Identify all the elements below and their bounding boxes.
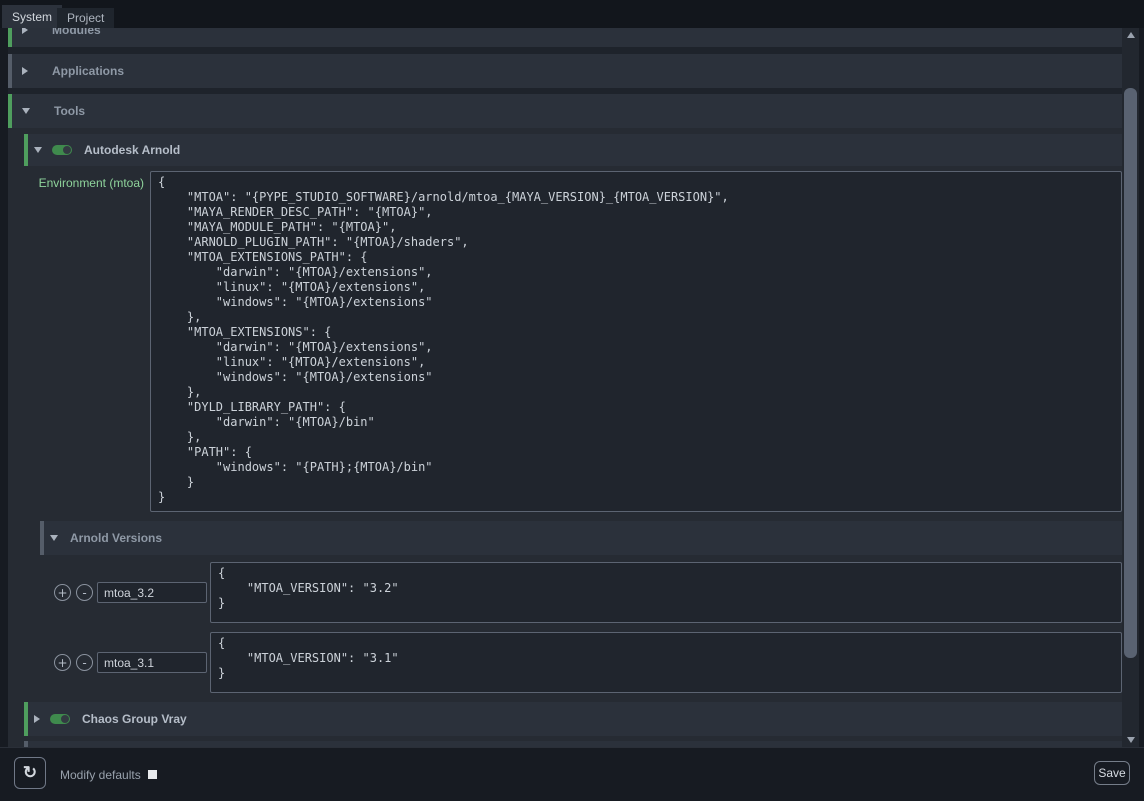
arnold-toggle-knob xyxy=(63,146,71,154)
arnold-versions-expand-arrow-icon xyxy=(50,535,58,541)
scrollbar-thumb[interactable] xyxy=(1124,88,1137,658)
vray-enabled-toggle[interactable] xyxy=(50,714,70,724)
vray-collapse-arrow-icon xyxy=(34,715,40,723)
modules-collapse-arrow-icon xyxy=(22,28,28,34)
environment-mtoa-label: Environment (mtoa) xyxy=(8,176,144,190)
modules-title: Modules xyxy=(52,28,101,37)
section-vray-header[interactable]: Chaos Group Vray xyxy=(24,702,1122,736)
section-tools-header[interactable]: Tools xyxy=(8,94,1122,128)
section-modules-header[interactable]: Modules xyxy=(8,28,1122,47)
tools-accent-border xyxy=(8,94,12,128)
remove-version-button[interactable]: - xyxy=(76,654,93,671)
modify-defaults-label: Modify defaults xyxy=(60,748,141,801)
scrollbar-up-button[interactable] xyxy=(1122,28,1139,42)
tab-project-label: Project xyxy=(67,11,104,25)
arnold-versions-accent-border xyxy=(40,521,44,555)
applications-title: Applications xyxy=(52,64,124,78)
vertical-scrollbar[interactable] xyxy=(1122,28,1139,747)
vray-title: Chaos Group Vray xyxy=(82,712,187,726)
section-applications-header[interactable]: Applications xyxy=(8,54,1122,88)
remove-version-button[interactable]: - xyxy=(76,584,93,601)
arnold-versions-title: Arnold Versions xyxy=(70,531,162,545)
scrollbar-down-button[interactable] xyxy=(1122,733,1139,747)
tools-expand-arrow-icon xyxy=(22,108,30,114)
add-version-button[interactable]: + xyxy=(54,584,71,601)
version-key-input[interactable] xyxy=(97,652,207,673)
save-button[interactable]: Save xyxy=(1094,761,1130,785)
modify-defaults-checkbox[interactable] xyxy=(148,770,157,779)
arnold-enabled-toggle[interactable] xyxy=(52,145,72,155)
tab-bar: System Project xyxy=(0,0,1144,28)
scroll-down-arrow-icon xyxy=(1127,737,1135,743)
tab-project[interactable]: Project xyxy=(57,8,114,28)
applications-accent-border xyxy=(8,54,12,88)
tools-content-panel: Autodesk Arnold Environment (mtoa) { "MT… xyxy=(8,128,1122,747)
version-key-input[interactable] xyxy=(97,582,207,603)
add-version-button[interactable]: + xyxy=(54,654,71,671)
vray-accent-border xyxy=(24,702,28,736)
section-arnold-header[interactable]: Autodesk Arnold xyxy=(24,134,1122,166)
tab-system-label: System xyxy=(12,10,52,24)
settings-scroll-area: Modules Applications Tools Autodesk Arno… xyxy=(8,28,1122,747)
footer-bar: ↻ Modify defaults Save xyxy=(0,747,1144,801)
section-arnold-versions-header[interactable]: Arnold Versions xyxy=(40,521,1122,555)
version-value-textarea[interactable]: { "MTOA_VERSION": "3.1" } xyxy=(210,632,1122,693)
arnold-accent-border xyxy=(24,134,28,166)
tab-system[interactable]: System xyxy=(2,5,62,28)
tools-title: Tools xyxy=(54,104,85,118)
environment-mtoa-textarea[interactable]: { "MTOA": "{PYPE_STUDIO_SOFTWARE}/arnold… xyxy=(150,171,1122,512)
arnold-title: Autodesk Arnold xyxy=(84,143,180,157)
vray-toggle-knob xyxy=(61,715,69,723)
refresh-button[interactable]: ↻ xyxy=(14,757,46,789)
applications-collapse-arrow-icon xyxy=(22,67,28,75)
scroll-up-arrow-icon xyxy=(1127,32,1135,38)
modules-accent-border xyxy=(8,28,12,47)
version-value-textarea[interactable]: { "MTOA_VERSION": "3.2" } xyxy=(210,562,1122,623)
refresh-icon: ↻ xyxy=(23,763,37,782)
arnold-expand-arrow-icon xyxy=(34,147,42,153)
